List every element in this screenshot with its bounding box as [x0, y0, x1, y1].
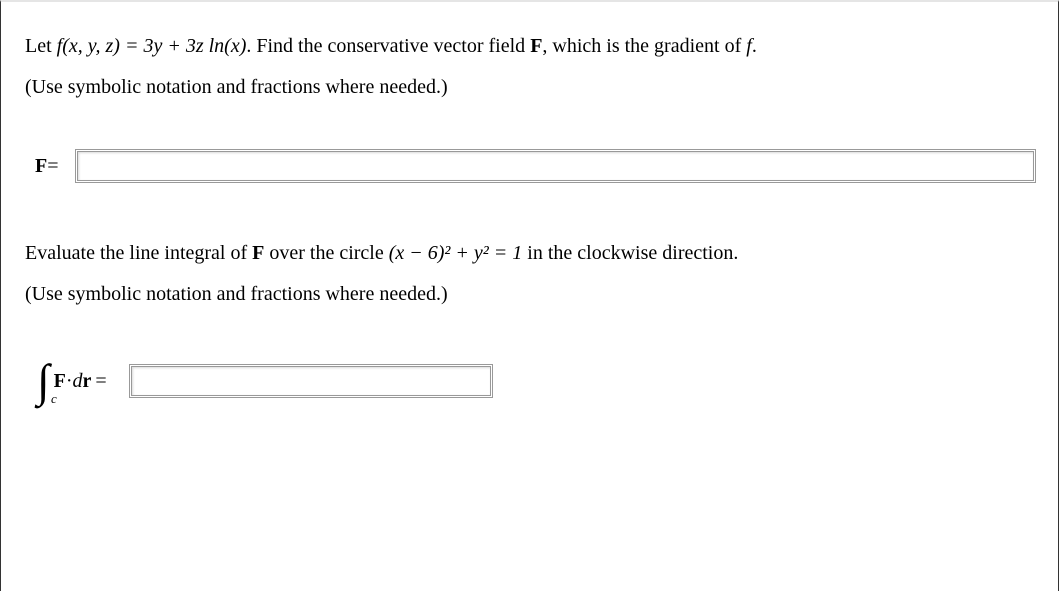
problem-container: Let f(x, y, z) = 3y + 3z ln(x). Find the…: [1, 2, 1058, 424]
q1-let: Let: [25, 35, 57, 57]
integral-subscript-c: c: [51, 392, 57, 405]
answer-1-row: F =: [25, 151, 1034, 181]
question-1-text: Let f(x, y, z) = 3y + 3z ln(x). Find the…: [25, 30, 1034, 62]
q2-evaluate: Evaluate the line integral of: [25, 242, 252, 264]
q1-period: .: [752, 35, 757, 57]
dot-symbol: ·: [66, 370, 73, 393]
label-F-2: F: [54, 370, 66, 393]
label-equals-1: =: [47, 155, 58, 178]
q1-gradient-text: , which is the gradient of: [542, 35, 746, 57]
answer-2-row: ∫ c F · dr =: [25, 358, 1034, 404]
q2-vector-F: F: [252, 242, 264, 264]
answer-2-label: ∫ c F · dr =: [37, 358, 111, 404]
q1-find: . Find the conservative vector field: [246, 35, 530, 57]
question-2-text: Evaluate the line integral of F over the…: [25, 237, 1034, 269]
q2-direction: in the clockwise direction.: [522, 242, 738, 264]
integral-sign: ∫: [37, 355, 50, 406]
answer-1-input[interactable]: [77, 151, 1035, 181]
dr-text: dr: [73, 370, 92, 393]
label-equals-2: =: [95, 370, 106, 393]
answer-2-input[interactable]: [131, 366, 491, 396]
answer-1-label: F =: [35, 155, 59, 178]
instruction-1: (Use symbolic notation and fractions whe…: [25, 76, 1034, 99]
integral-icon: ∫ c: [37, 358, 50, 404]
label-F: F: [35, 155, 47, 178]
q2-circle-text: over the circle: [264, 242, 388, 264]
q1-vector-F: F: [530, 35, 542, 57]
q2-equation: (x − 6)² + y² = 1: [389, 242, 523, 264]
instruction-2: (Use symbolic notation and fractions whe…: [25, 283, 1034, 306]
q1-function: f(x, y, z) = 3y + 3z ln(x): [57, 35, 247, 57]
